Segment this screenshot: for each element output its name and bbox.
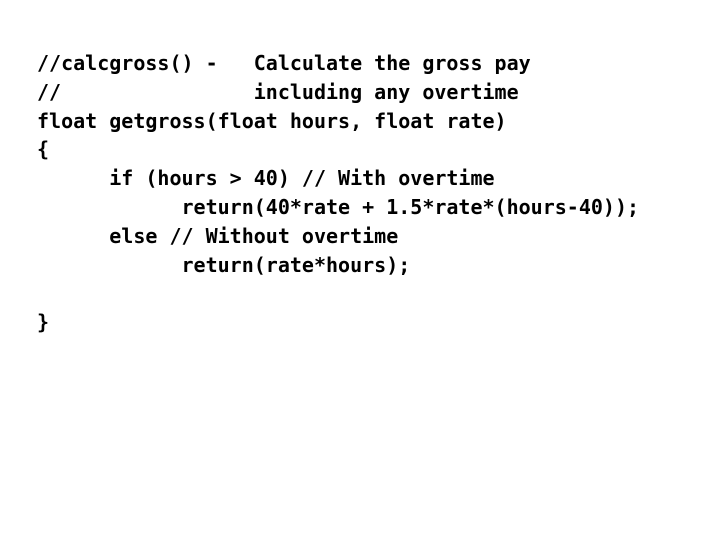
code-line: { <box>37 137 50 162</box>
code-line: // including any overtime <box>37 79 519 104</box>
slide-canvas: //calcgross() - Calculate the gross pay /… <box>0 0 720 540</box>
code-line: if (hours > 40) // With overtime <box>37 166 495 191</box>
code-line: } <box>37 310 50 335</box>
code-line: return(rate*hours); <box>37 252 411 277</box>
code-line: else // Without overtime <box>37 223 399 248</box>
code-line: //calcgross() - Calculate the gross pay <box>37 51 531 75</box>
code-line: float getgross(float hours, float rate) <box>37 108 507 133</box>
code-line: return(40*rate + 1.5*rate*(hours-40)); <box>37 194 640 219</box>
code-listing: //calcgross() - Calculate the gross pay /… <box>37 49 639 337</box>
